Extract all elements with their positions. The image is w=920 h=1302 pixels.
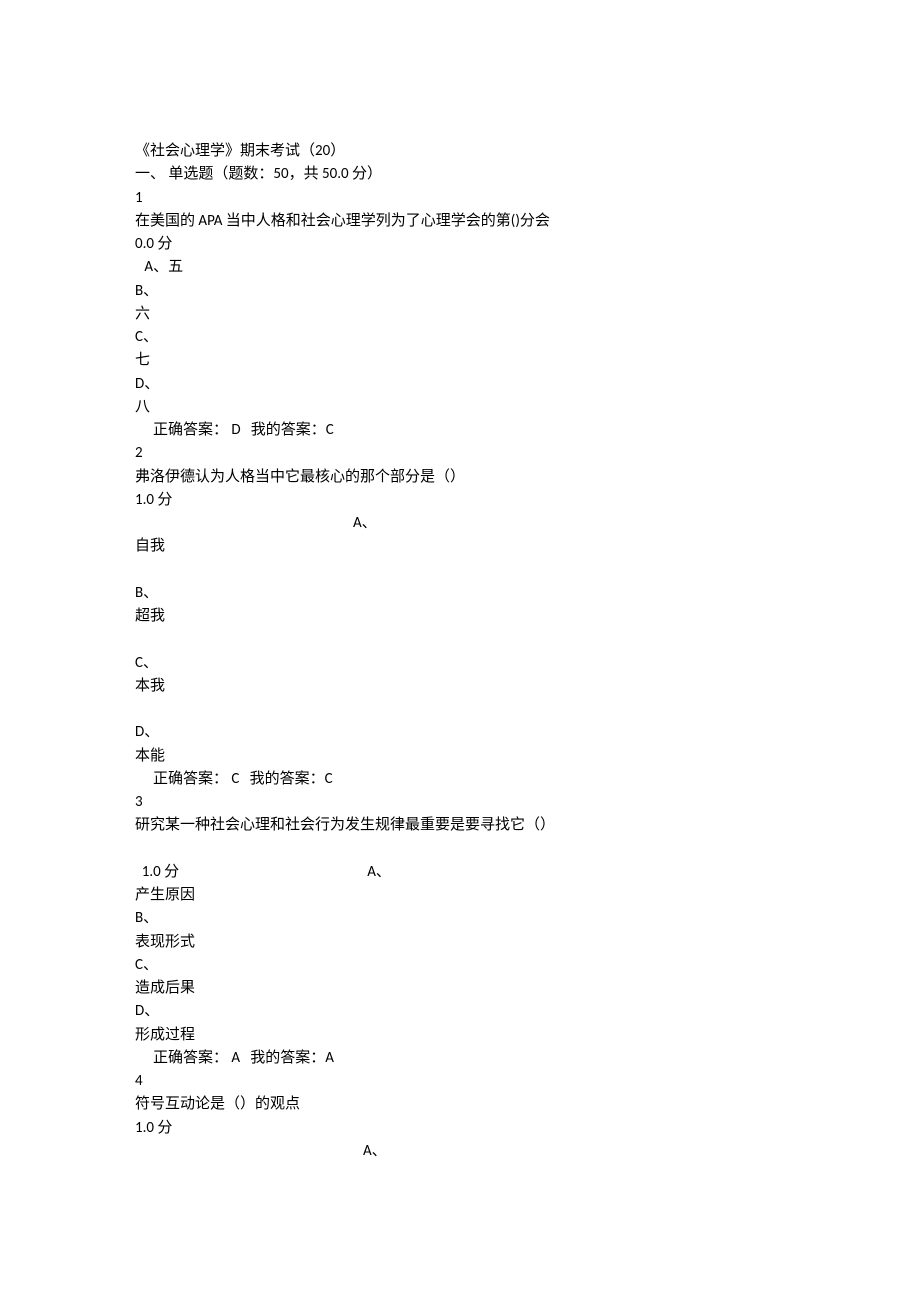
option-d-label: D、 [135, 721, 785, 744]
option-c-text: 七 [135, 349, 785, 372]
blank-line [135, 698, 785, 721]
question-score: 1.0 分 [135, 1117, 785, 1140]
question-number: 3 [135, 791, 785, 814]
option-b-label: B、 [135, 280, 785, 303]
question-number: 1 [135, 187, 785, 210]
question-score-row: 1.0 分 A、 [135, 838, 785, 885]
option-c-text: 造成后果 [135, 977, 785, 1000]
option-a-label: A、 [135, 512, 785, 535]
answer-line: 正确答案： D 我的答案：C [135, 419, 785, 442]
blank-line [135, 628, 785, 651]
option-a-label: A、 [135, 1140, 785, 1163]
option-b-text: 六 [135, 303, 785, 326]
question-text: 在美国的 APA 当中人格和社会心理学列为了心理学会的第()分会 [135, 210, 785, 233]
option-c-label: C、 [135, 954, 785, 977]
option-a: A、五 [135, 256, 785, 279]
question-text: 弗洛伊德认为人格当中它最核心的那个部分是（） [135, 466, 785, 489]
option-d-text: 形成过程 [135, 1024, 785, 1047]
question-score: 1.0 分 [135, 489, 785, 512]
question-score: 1.0 分 [142, 863, 179, 881]
blank-line [135, 559, 785, 582]
option-b-label: B、 [135, 582, 785, 605]
option-c-label: C、 [135, 326, 785, 349]
option-b-label: B、 [135, 907, 785, 930]
option-d-label: D、 [135, 373, 785, 396]
option-d-text: 八 [135, 396, 785, 419]
question-text: 符号互动论是（）的观点 [135, 1093, 785, 1116]
option-c-text: 本我 [135, 675, 785, 698]
option-b-text: 超我 [135, 605, 785, 628]
section-heading: 一、 单选题（题数：50，共 50.0 分） [135, 163, 785, 186]
option-a-text: 产生原因 [135, 884, 785, 907]
question-number: 2 [135, 442, 785, 465]
exam-title: 《社会心理学》期末考试（20） [135, 140, 785, 163]
option-d-label: D、 [135, 1000, 785, 1023]
option-c-label: C、 [135, 652, 785, 675]
question-number: 4 [135, 1070, 785, 1093]
option-b-text: 表现形式 [135, 931, 785, 954]
option-d-text: 本能 [135, 745, 785, 768]
question-score: 0.0 分 [135, 233, 785, 256]
option-a-label: A、 [367, 863, 391, 881]
answer-line: 正确答案： A 我的答案：A [135, 1047, 785, 1070]
option-a-text: 自我 [135, 535, 785, 558]
answer-line: 正确答案： C 我的答案：C [135, 768, 785, 791]
question-text: 研究某一种社会心理和社会行为发生规律最重要是要寻找它（） [135, 814, 785, 837]
